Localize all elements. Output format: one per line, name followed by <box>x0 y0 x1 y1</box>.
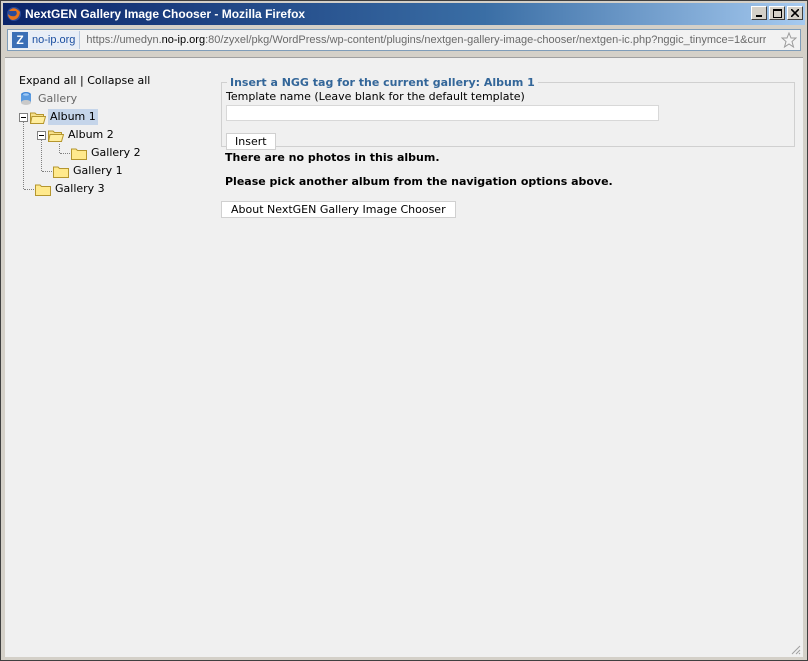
template-name-label: Template name (Leave blank for the defau… <box>226 90 525 103</box>
tree-node-label: Album 2 <box>68 128 114 141</box>
ngg-tag-fieldset: Insert a NGG tag for the current gallery… <box>221 76 795 150</box>
gallery-root-icon <box>21 92 31 105</box>
tree-node-label: Gallery 1 <box>73 164 123 177</box>
maximize-button[interactable] <box>769 6 785 20</box>
tree-controls-separator: | <box>80 74 84 87</box>
site-identity-label: no-ip.org <box>32 34 76 46</box>
site-identity-button[interactable]: Z no-ip.org <box>10 31 81 49</box>
tree-controls: Expand all | Collapse all <box>19 72 209 90</box>
navigation-toolbar: Z no-ip.org https://umedyn.no-ip.org:80/… <box>3 27 805 53</box>
tree-node-gallery-1[interactable]: Gallery 1 <box>53 162 125 180</box>
folder-icon <box>71 148 87 160</box>
url-prefix: https://umedyn. <box>86 34 162 46</box>
tree-root-label: Gallery <box>38 92 78 105</box>
main-panel: Insert a NGG tag for the current gallery… <box>221 76 795 218</box>
tree-node-gallery-3[interactable]: Gallery 3 <box>35 180 107 198</box>
site-favicon-icon: Z <box>12 32 28 48</box>
tree-node-album-2[interactable]: Album 2 <box>37 126 116 144</box>
folder-open-icon <box>48 130 64 142</box>
insert-button[interactable]: Insert <box>226 133 276 150</box>
tree-node-gallery-2[interactable]: Gallery 2 <box>71 144 143 162</box>
about-button[interactable]: About NextGEN Gallery Image Chooser <box>221 201 456 218</box>
url-domain: no-ip.org <box>161 34 206 46</box>
tree-line <box>42 171 52 172</box>
close-icon <box>791 9 799 17</box>
tree-line <box>59 144 60 153</box>
title-bar[interactable]: NextGEN Gallery Image Chooser - Mozilla … <box>3 3 805 25</box>
bookmark-star-icon[interactable] <box>781 32 797 48</box>
gallery-tree: Expand all | Collapse all Gallery Album … <box>19 72 209 196</box>
template-name-input[interactable] <box>226 105 659 121</box>
tree-node-label: Gallery 2 <box>91 146 141 159</box>
minimize-icon <box>756 15 762 17</box>
minimize-button[interactable] <box>751 6 767 20</box>
folder-icon <box>35 184 51 196</box>
folder-icon <box>53 166 69 178</box>
collapse-all-link[interactable]: Collapse all <box>87 74 150 87</box>
close-button[interactable] <box>787 6 803 20</box>
url-rest: :80/zyxel/pkg/WordPress/wp-content/plugi… <box>205 34 767 46</box>
window-controls <box>749 6 803 20</box>
address-bar[interactable]: Z no-ip.org https://umedyn.no-ip.org:80/… <box>7 29 801 51</box>
page-content: Expand all | Collapse all Gallery Album … <box>5 57 803 657</box>
tree-line <box>60 153 70 154</box>
collapse-toggle-icon[interactable] <box>37 130 46 140</box>
resize-grip-icon[interactable] <box>789 643 801 655</box>
browser-window: NextGEN Gallery Image Chooser - Mozilla … <box>0 0 808 661</box>
tree-line <box>24 189 34 190</box>
tree-node-label: Album 1 <box>48 109 98 125</box>
folder-open-icon <box>30 112 46 124</box>
maximize-icon <box>772 8 782 18</box>
tree-root[interactable]: Gallery <box>19 90 79 108</box>
expand-all-link[interactable]: Expand all <box>19 74 77 87</box>
window-title: NextGEN Gallery Image Chooser - Mozilla … <box>25 7 306 21</box>
pick-another-message: Please pick another album from the navig… <box>225 175 613 188</box>
tree-node-label: Gallery 3 <box>55 182 105 195</box>
no-photos-message: There are no photos in this album. <box>225 151 440 164</box>
collapse-toggle-icon[interactable] <box>19 112 28 122</box>
tree-node-album-1[interactable]: Album 1 <box>19 108 98 126</box>
url-text[interactable]: https://umedyn.no-ip.org:80/zyxel/pkg/Wo… <box>86 34 766 46</box>
tree-line <box>23 116 24 189</box>
ngg-tag-legend: Insert a NGG tag for the current gallery… <box>230 76 535 89</box>
firefox-icon <box>7 7 21 21</box>
